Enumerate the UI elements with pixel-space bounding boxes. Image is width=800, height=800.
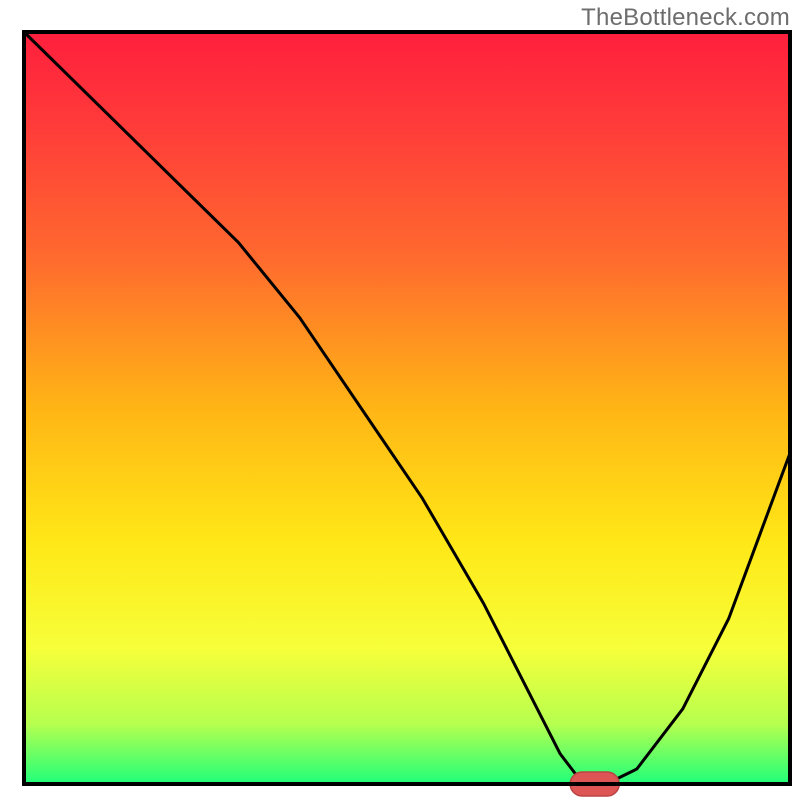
chart-container: TheBottleneck.com — [0, 0, 800, 800]
bottleneck-chart — [0, 0, 800, 800]
watermark-text: TheBottleneck.com — [581, 4, 790, 32]
